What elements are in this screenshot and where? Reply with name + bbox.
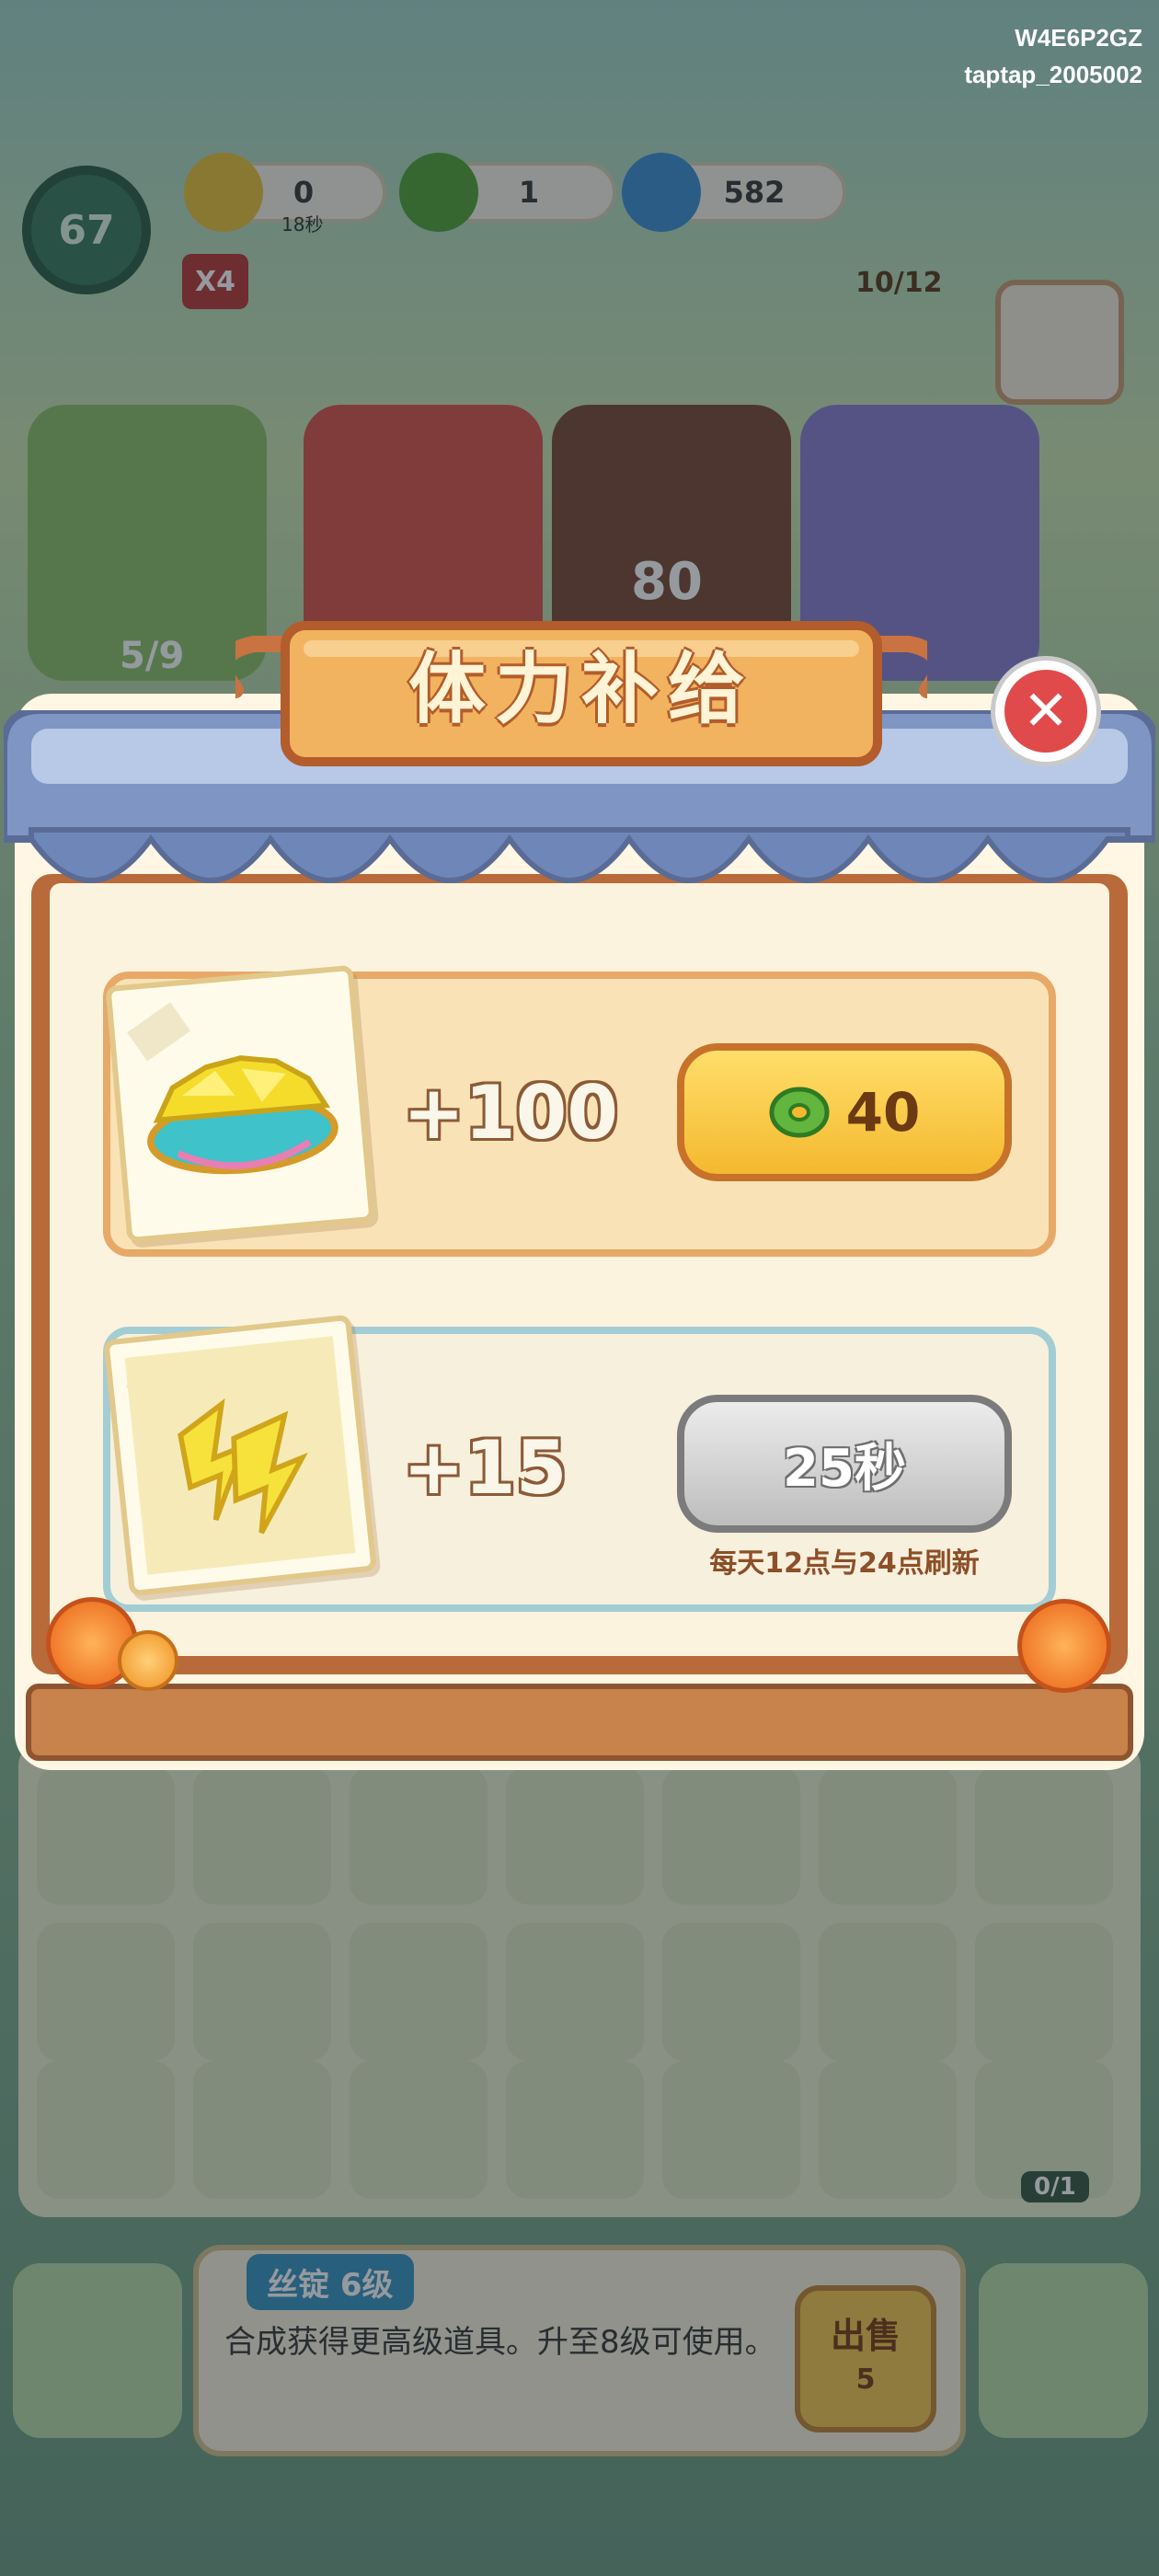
orange-slice-icon <box>118 1630 178 1691</box>
close-button[interactable]: ✕ <box>995 661 1096 762</box>
modal-title: 体力补给 <box>407 644 754 734</box>
account-id: W4E6P2GZ <box>1015 24 1142 52</box>
buy-price: 40 <box>845 1081 921 1144</box>
modal-bottom-plank <box>26 1684 1133 1761</box>
cooldown-button[interactable]: 25秒 <box>677 1395 1012 1533</box>
energy-bolt-icon <box>103 1314 377 1597</box>
jade-coin-icon <box>769 1087 830 1138</box>
orange-slice-icon <box>1017 1599 1111 1693</box>
offer-amount: +100 <box>403 1070 619 1156</box>
buy-energy-button[interactable]: 40 <box>677 1043 1012 1181</box>
energy-basket-icon <box>105 964 375 1244</box>
cooldown-timer: 25秒 <box>783 1438 906 1499</box>
channel-id: taptap_2005002 <box>964 61 1142 88</box>
refresh-note: 每天12点与24点刷新 <box>709 1547 980 1580</box>
close-icon: ✕ <box>1022 679 1070 743</box>
offer-amount: +15 <box>403 1425 568 1511</box>
